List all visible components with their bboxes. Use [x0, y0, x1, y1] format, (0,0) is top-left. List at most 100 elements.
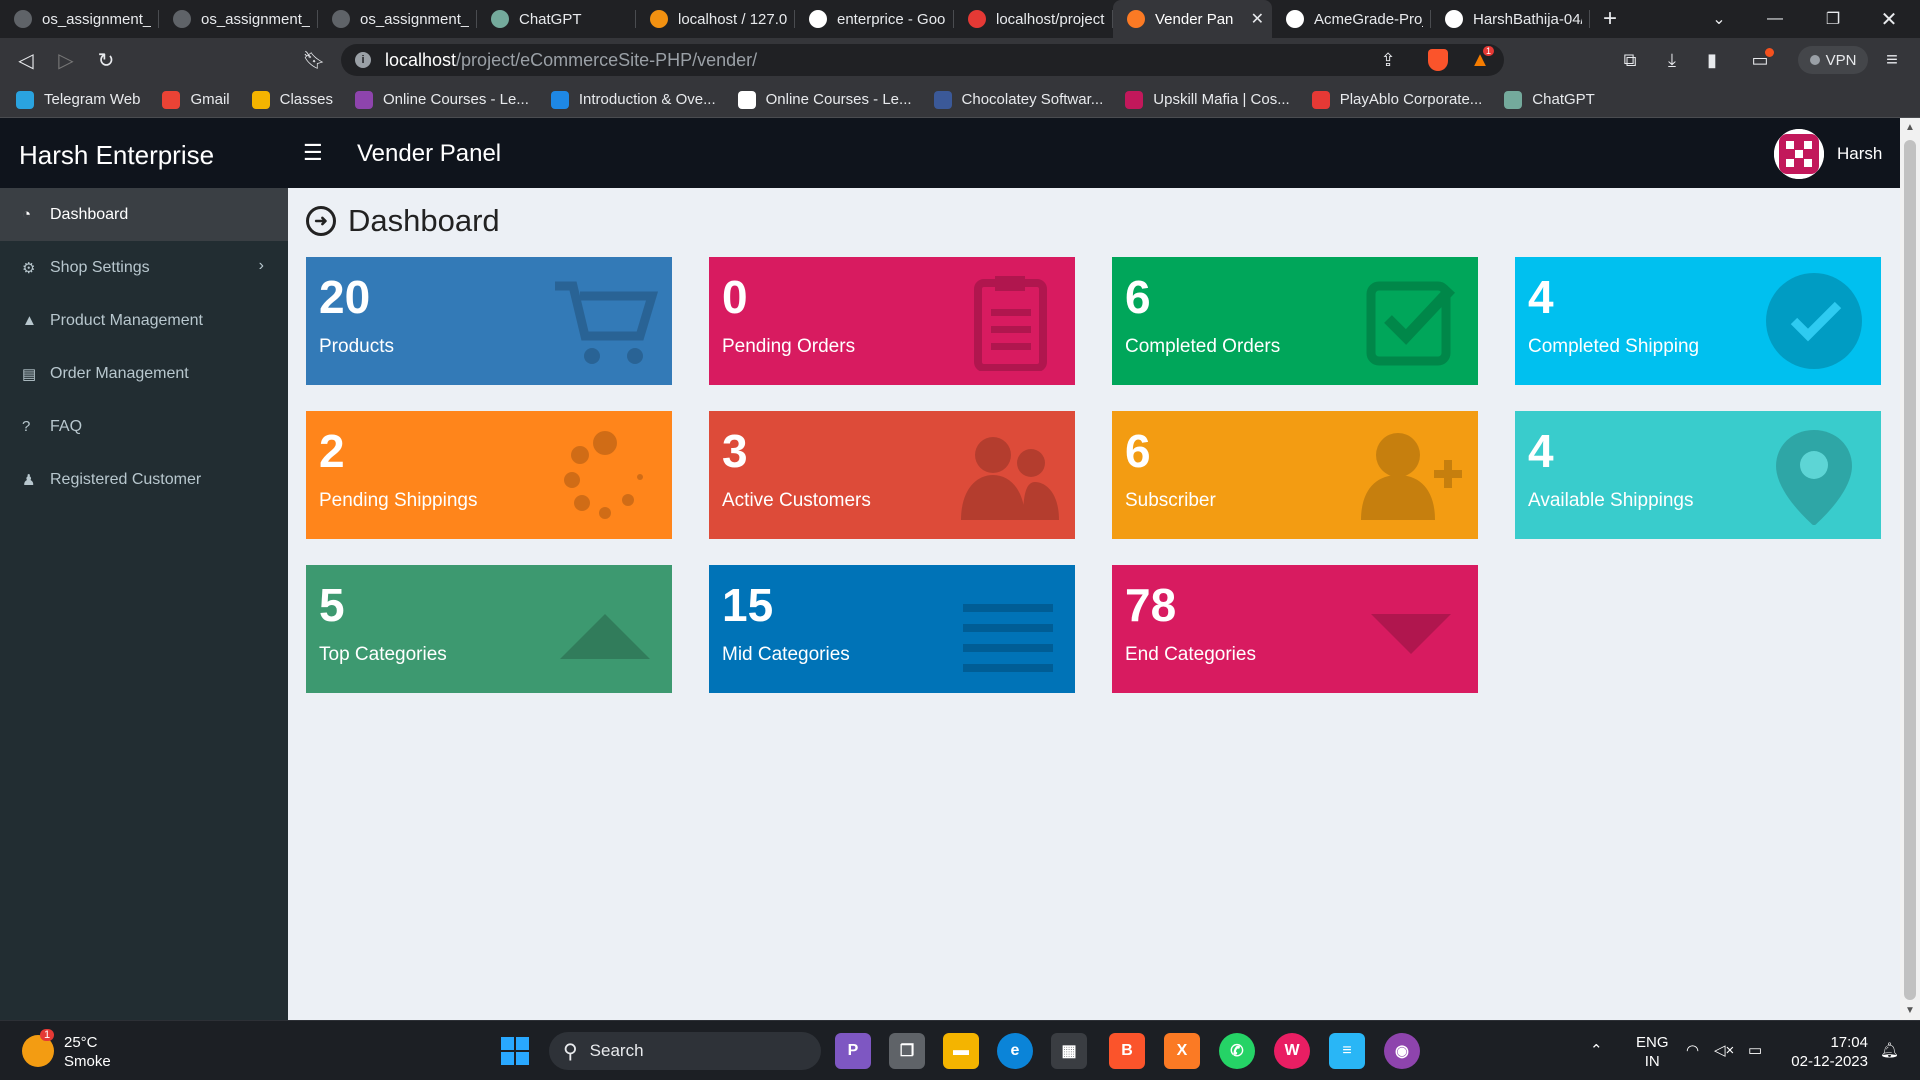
browser-tab[interactable]: localhost / 127.0.: [636, 0, 795, 38]
browser-tab[interactable]: os_assignment_4: [0, 0, 159, 38]
share-icon[interactable]: ⇪: [1372, 44, 1404, 76]
scroll-down-arrow-icon[interactable]: ▼: [1905, 1005, 1915, 1016]
stat-value: 6: [1125, 425, 1151, 477]
stat-card-subscriber[interactable]: 6 Subscriber: [1112, 411, 1478, 539]
weather-widget[interactable]: 25°C Smoke: [64, 1033, 111, 1071]
browser-tab[interactable]: HarshBathija-04/: [1431, 0, 1590, 38]
bookmark-icon[interactable]: 🔖︎: [298, 44, 330, 76]
stat-card-products[interactable]: 20 Products: [306, 257, 672, 385]
downloads-icon[interactable]: ⤓: [1656, 44, 1688, 76]
bookmark-item[interactable]: Introduction & Ove...: [550, 90, 716, 109]
browser-tab[interactable]: enterprice - Goo: [795, 0, 954, 38]
bookmark-item[interactable]: Online Courses - Le...: [737, 90, 912, 109]
edge-icon[interactable]: e: [997, 1033, 1033, 1069]
user-avatar[interactable]: [1774, 129, 1824, 179]
minimize-button[interactable]: —: [1752, 0, 1798, 38]
scroll-up-arrow-icon[interactable]: ▲: [1905, 122, 1915, 133]
stat-card-top-categories[interactable]: 5 Top Categories: [306, 565, 672, 693]
language-indicator[interactable]: ENG IN: [1636, 1033, 1669, 1071]
sidebar-item-dashboard[interactable]: ◔ Dashboard: [0, 188, 288, 241]
whatsapp-icon[interactable]: ✆: [1219, 1033, 1255, 1069]
stat-label: Pending Shippings: [319, 490, 478, 511]
close-window-button[interactable]: ✕: [1866, 0, 1912, 38]
store-icon[interactable]: ▦: [1051, 1033, 1087, 1069]
brand-logo[interactable]: Harsh Enterprise: [19, 140, 214, 171]
browser-tab[interactable]: AcmeGrade-Proj: [1272, 0, 1431, 38]
copilot-icon[interactable]: P: [835, 1033, 871, 1069]
wifi-icon[interactable]: ◠: [1686, 1041, 1699, 1060]
sidebar-item-shop-settings[interactable]: ⚙ Shop Settings ›: [0, 241, 288, 294]
stat-card-available-shippings[interactable]: 4 Available Shippings: [1515, 411, 1881, 539]
bookmark-item[interactable]: Chocolatey Softwar...: [933, 90, 1104, 109]
stat-card-pending-shippings[interactable]: 2 Pending Shippings: [306, 411, 672, 539]
sidebar-item-product-management[interactable]: ▲ Product Management: [0, 294, 288, 347]
check-circle-icon: [1759, 271, 1869, 371]
battery-icon[interactable]: ▭: [1748, 1041, 1762, 1060]
clock[interactable]: 17:04 02-12-2023: [1788, 1033, 1868, 1071]
browser-tab[interactable]: localhost/project: [954, 0, 1113, 38]
stat-card-completed-orders[interactable]: 6 Completed Orders: [1112, 257, 1478, 385]
taskbar-search[interactable]: ⚲ Search: [549, 1032, 821, 1070]
menu-icon[interactable]: ≡: [1876, 44, 1908, 76]
bookmark-item[interactable]: PlayAblo Corporate...: [1311, 90, 1482, 109]
brave-shields-icon[interactable]: [1422, 44, 1454, 76]
sidebar-toggle-icon[interactable]: ▮: [1696, 44, 1728, 76]
volume-mute-icon[interactable]: ◁×: [1714, 1041, 1734, 1060]
windows-start-icon[interactable]: [497, 1033, 533, 1069]
browser-tab[interactable]: os_assignment_3: [159, 0, 318, 38]
site-info-icon[interactable]: i: [355, 52, 371, 68]
xampp-icon[interactable]: X: [1164, 1033, 1200, 1069]
stat-card-pending-orders[interactable]: 0 Pending Orders: [709, 257, 1075, 385]
stat-card-active-customers[interactable]: 3 Active Customers: [709, 411, 1075, 539]
tab-search-chevron-icon[interactable]: ⌄: [1696, 0, 1742, 38]
scrollbar-thumb[interactable]: [1904, 140, 1916, 1000]
stat-card-completed-shipping[interactable]: 4 Completed Shipping: [1515, 257, 1881, 385]
bookmark-item[interactable]: Classes: [251, 90, 333, 109]
file-explorer-icon[interactable]: ▬: [943, 1033, 979, 1069]
admin-header: Harsh Enterprise ☰ Vender Panel Harsh: [0, 118, 1900, 188]
back-button[interactable]: ◁: [6, 40, 46, 80]
sidebar-item-registered-customer[interactable]: ♟ Registered Customer: [0, 453, 288, 506]
bookmark-item[interactable]: Telegram Web: [16, 90, 140, 109]
browser-tab-strip: os_assignment_4 os_assignment_3 os_assignm…: [0, 0, 1920, 38]
bookmark-label: Chocolatey Softwar...: [961, 91, 1104, 108]
address-bar[interactable]: i localhost/project/eCommerceSite-PHP/ve…: [341, 44, 1504, 76]
stat-card-mid-categories[interactable]: 15 Mid Categories: [709, 565, 1075, 693]
user-name[interactable]: Harsh: [1837, 144, 1882, 164]
tray-chevron-icon[interactable]: ⌃: [1590, 1041, 1603, 1060]
stat-value: 78: [1125, 579, 1177, 631]
stat-label: Subscriber: [1125, 490, 1216, 511]
browser-tab[interactable]: Vender Pan ✕: [1113, 0, 1272, 38]
question-icon: ?: [22, 418, 31, 435]
reload-button[interactable]: ↻: [86, 40, 126, 80]
search-icon: ⚲: [563, 1040, 578, 1063]
github-desktop-icon[interactable]: ◉: [1384, 1033, 1420, 1069]
close-tab-icon[interactable]: ✕: [1251, 9, 1264, 29]
browser-tab[interactable]: os_assignment_3: [318, 0, 477, 38]
extensions-icon[interactable]: ⧉: [1614, 44, 1646, 76]
bookmark-item[interactable]: Upskill Mafia | Cos...: [1125, 90, 1290, 109]
forward-button[interactable]: ▷: [46, 40, 86, 80]
sidebar-item-faq[interactable]: ? FAQ: [0, 400, 288, 453]
notepad-icon[interactable]: ≡: [1329, 1033, 1365, 1069]
page-scrollbar[interactable]: ▲ ▼: [1900, 118, 1920, 1020]
stat-card-end-categories[interactable]: 78 End Categories: [1112, 565, 1478, 693]
wps-icon[interactable]: W: [1274, 1033, 1310, 1069]
bookmark-item[interactable]: Gmail: [162, 90, 230, 109]
shopping-bag-icon: ▲: [22, 312, 37, 329]
bookmark-favicon-icon: [933, 90, 952, 109]
bookmark-item[interactable]: ChatGPT: [1504, 90, 1595, 109]
sidebar-item-order-management[interactable]: ▤ Order Management: [0, 347, 288, 400]
maximize-button[interactable]: ❐: [1810, 0, 1856, 38]
notification-bell-icon[interactable]: 🔔︎: [1880, 1041, 1899, 1060]
browser-tab[interactable]: ChatGPT: [477, 0, 636, 38]
new-tab-button[interactable]: +: [1590, 0, 1630, 38]
weather-badge: 1: [40, 1029, 55, 1041]
wallet-icon[interactable]: ▭: [1744, 44, 1776, 76]
task-view-icon[interactable]: ❐: [889, 1033, 925, 1069]
brave-rewards-icon[interactable]: ▲ 1: [1464, 44, 1496, 76]
vpn-button[interactable]: VPN: [1798, 46, 1868, 74]
hamburger-menu-icon[interactable]: ☰: [303, 140, 323, 166]
bookmark-item[interactable]: Online Courses - Le...: [354, 90, 529, 109]
brave-icon[interactable]: B: [1109, 1033, 1145, 1069]
